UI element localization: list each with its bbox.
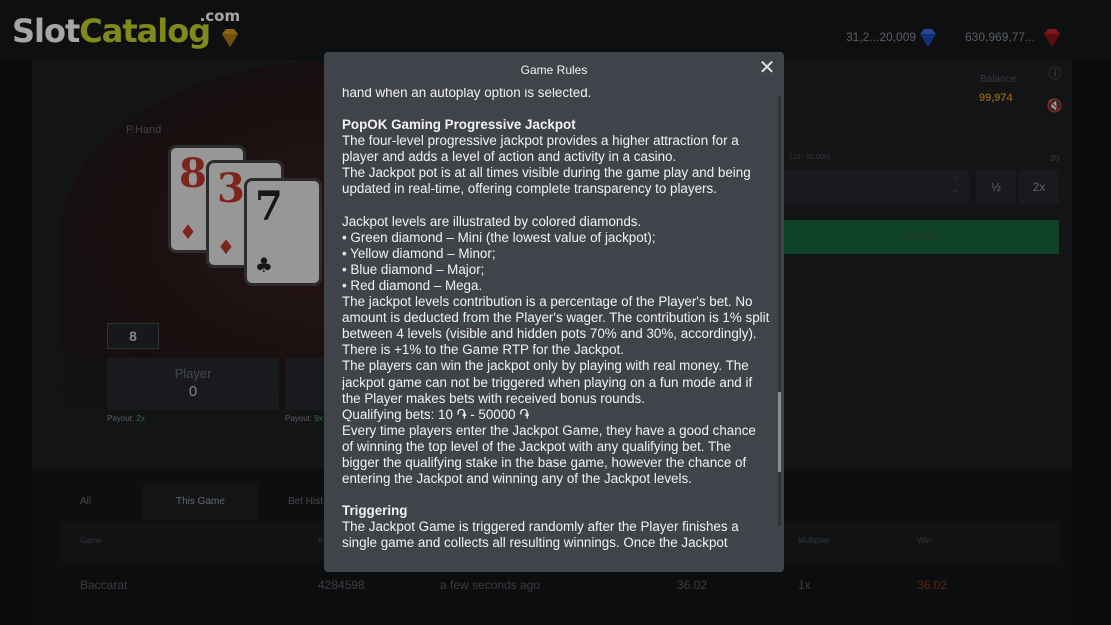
scrollbar-thumb[interactable] bbox=[778, 392, 781, 472]
rules-text: The Jackpot Game is triggered randomly a… bbox=[342, 519, 739, 551]
level-yellow: • Yellow diamond – Minor; bbox=[342, 245, 496, 261]
dialog-title: Game Rules bbox=[520, 63, 588, 77]
rules-text: Qualifying bets: 10 ֏ - 50000 ֏ bbox=[342, 406, 530, 422]
rules-text: The Jackpot pot is at all times visible … bbox=[342, 165, 751, 197]
rules-text: The players can win the jackpot only by … bbox=[342, 358, 753, 406]
close-icon[interactable]: ✕ bbox=[758, 58, 776, 78]
rules-text: The jackpot levels contribution is a per… bbox=[342, 294, 770, 342]
rules-text: Jackpot levels are illustrated by colore… bbox=[342, 213, 642, 229]
level-blue: • Blue diamond – Major; bbox=[342, 261, 485, 277]
rules-text: hand when an autoplay option is selected… bbox=[342, 88, 592, 100]
rules-scroll-area[interactable]: hand when an autoplay option is selected… bbox=[342, 88, 772, 572]
level-red: • Red diamond – Mega. bbox=[342, 277, 483, 293]
rules-text: There is +1% to the Game RTP for the Jac… bbox=[342, 342, 624, 358]
rules-content: hand when an autoplay option is selected… bbox=[342, 88, 770, 551]
rules-text: Every time players enter the Jackpot Gam… bbox=[342, 422, 756, 487]
dialog-header: Game Rules ✕ bbox=[324, 52, 784, 88]
game-rules-dialog: Game Rules ✕ hand when an autoplay optio… bbox=[324, 52, 784, 572]
rules-text: The four-level progressive jackpot provi… bbox=[342, 133, 739, 165]
section-title-triggering: Triggering bbox=[342, 503, 408, 519]
section-title-jackpot: PopOK Gaming Progressive Jackpot bbox=[342, 117, 576, 133]
level-green: • Green diamond – Mini (the lowest value… bbox=[342, 229, 656, 245]
